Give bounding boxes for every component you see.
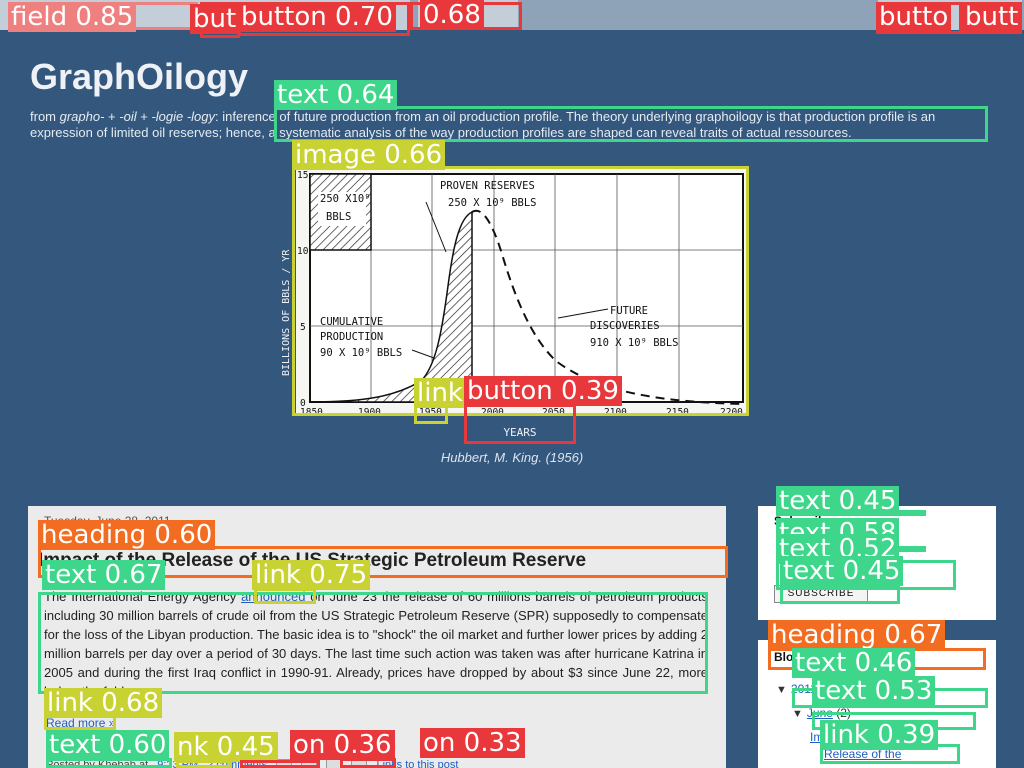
y-tick-15: 15 (297, 170, 308, 181)
ann-top-left-line1: 250 X10⁹ (320, 193, 371, 205)
archive-heading: Blog Archive (774, 650, 848, 664)
archive-month-link[interactable]: June (807, 706, 833, 720)
email-post-icon[interactable] (276, 759, 293, 768)
desc-part: -logie -logy (151, 109, 216, 124)
hubbert-curve-figure: 250 X10⁹ BBLS PROVEN RESERVES 250 X 10⁹ … (296, 166, 749, 416)
ann-proven-line2: 250 X 10⁹ BBLS (448, 197, 537, 209)
blog-archive-widget: Blog Archive ▼ 2011 ▼ June (2) Impact of t… (758, 640, 996, 768)
ann-top-left-line2: BBLS (326, 211, 351, 223)
post-body-intro: The International Energy Agency (44, 589, 242, 604)
ann-future-line1: FUTURE (610, 305, 648, 317)
desc-part: -oil (119, 109, 137, 124)
x-tick: 1900 (358, 407, 381, 416)
archive-month-count: (2) (836, 706, 851, 720)
announced-link[interactable]: announced (241, 589, 305, 604)
y-tick-10: 10 (297, 246, 309, 257)
edit-post-icon[interactable] (301, 759, 318, 768)
post-body-rest: on June 23 the release of 60 millions ba… (44, 589, 708, 699)
post-title[interactable]: Impact of the Release of the US Strategi… (38, 550, 586, 572)
ann-cumulative-line1: CUMULATIVE (320, 316, 383, 328)
main-post-column: Tuesday, June 28, 2011 Impact of the Rel… (28, 506, 726, 768)
read-more-link[interactable]: Read more » (46, 716, 115, 730)
collapse-triangle-icon[interactable]: ▼ (776, 684, 787, 696)
ann-future-line3: 910 X 10⁹ BBLS (590, 337, 679, 349)
desc-part: grapho- (59, 109, 105, 124)
x-tick: 1950 (419, 407, 442, 416)
ann-cumulative-line2: PRODUCTION (320, 331, 383, 343)
subscribe-heading: Subscribe (774, 514, 833, 528)
x-tick: 1850 (300, 407, 323, 416)
x-tick: 2050 (542, 407, 565, 416)
collapse-triangle-icon[interactable]: ▼ (792, 708, 803, 720)
share-icon[interactable] (351, 759, 368, 768)
navbar-search-button[interactable] (200, 0, 240, 30)
y-axis-label-text: BILLIONS OF BBLS / YR (281, 249, 292, 376)
detection-label: text 0.64 (274, 80, 398, 110)
y-tick-5: 5 (300, 322, 306, 333)
post-date-header: Tuesday, June 28, 2011 (44, 514, 171, 528)
archive-month-row[interactable]: ▼ June (2) (792, 706, 851, 720)
post-footer: Posted by Khebab at 9:23 PM 2 comments L… (46, 759, 464, 768)
figure-caption: Hubbert, M. King. (1956) (440, 450, 584, 465)
comments-link[interactable]: 2 comments (207, 759, 267, 768)
desc-part: + (104, 109, 120, 124)
archive-year-row[interactable]: ▼ 2011 (776, 682, 817, 696)
post-time-link[interactable]: 9:23 PM (157, 759, 198, 768)
y-axis-label: BILLIONS OF BBLS / YR (281, 249, 292, 376)
subscribe-widget: Subscribe SUBSCRIBE (758, 506, 996, 620)
ann-proven-line1: PROVEN RESERVES (440, 180, 535, 192)
x-tick: 2100 (604, 407, 627, 416)
navbar-sign-in-button[interactable] (962, 0, 1022, 30)
x-tick: 2200 (720, 407, 743, 416)
ann-future-line2: DISCOVERIES (590, 320, 660, 332)
posted-by-text: Posted by Khebab at (46, 759, 149, 768)
post-body: The International Energy Agency announce… (44, 587, 708, 701)
subscribe-button[interactable]: SUBSCRIBE (774, 585, 868, 603)
desc-part: from (30, 109, 60, 124)
x-axis-label: YEARS (503, 426, 537, 439)
navbar-new-post-button[interactable] (878, 0, 962, 30)
ann-cumulative-line3: 90 X 10⁹ BBLS (320, 347, 402, 359)
blog-description: from grapho- + -oil + -logie -logy: infe… (30, 109, 990, 141)
links-to-post-link[interactable]: Links to this post (376, 759, 458, 768)
top-navbar (0, 0, 1024, 30)
archive-post-link[interactable]: Release of the (824, 747, 901, 761)
navbar-search-field[interactable] (0, 0, 200, 30)
x-tick: 2150 (666, 407, 689, 416)
navbar-share-button[interactable] (240, 0, 410, 30)
blog-title[interactable]: GraphOilogy (30, 56, 248, 98)
archive-post-link[interactable]: Impact of the (810, 730, 879, 744)
archive-year-link[interactable]: 2011 (791, 682, 817, 696)
desc-part: + (136, 109, 152, 124)
navbar-next-blog-button[interactable] (418, 0, 518, 30)
share-icon[interactable] (326, 759, 343, 768)
x-tick: 2000 (481, 407, 504, 416)
